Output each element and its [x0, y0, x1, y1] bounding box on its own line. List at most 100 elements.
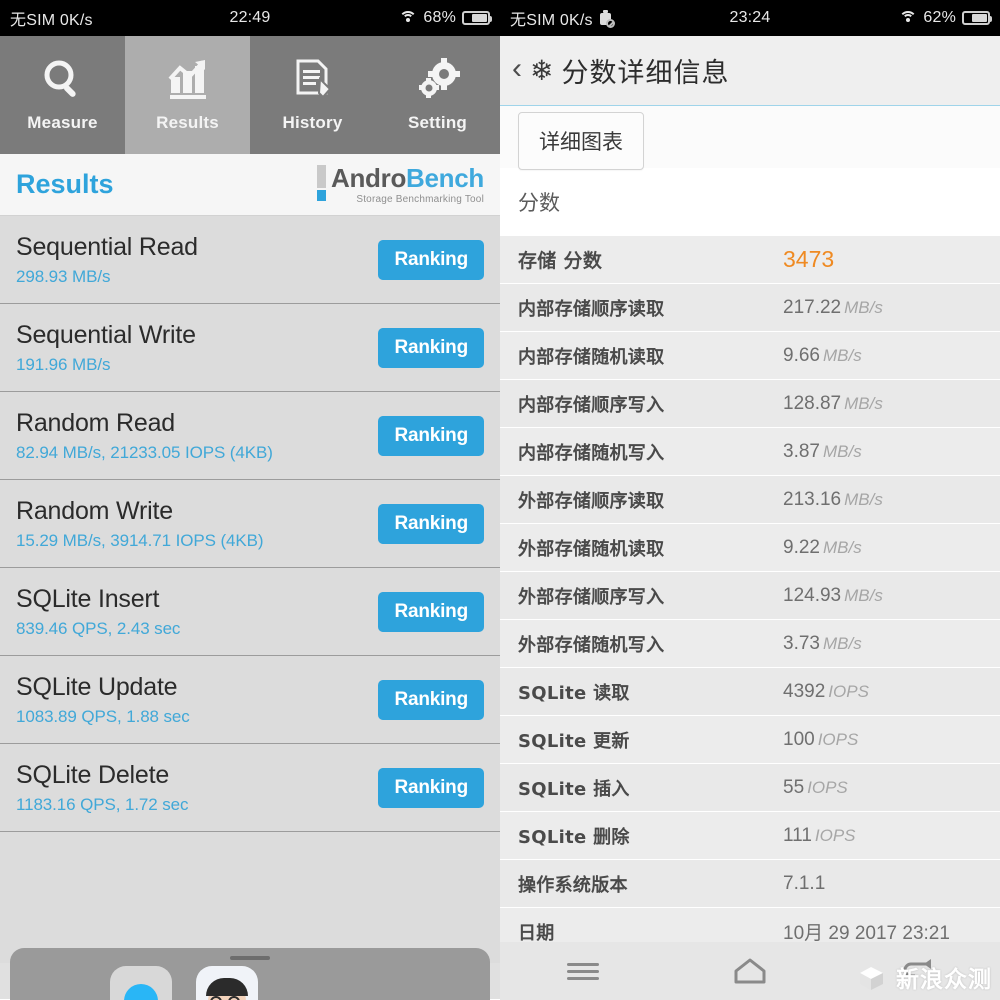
result-row: Random Write 15.29 MB/s, 3914.71 IOPS (4K… — [0, 480, 500, 568]
detail-row-value: 111 IOPS — [783, 824, 856, 846]
app-icon-android[interactable] — [110, 966, 172, 1000]
watermark-text: 新浪众测 — [896, 967, 992, 993]
ranking-button[interactable]: Ranking — [378, 679, 484, 720]
score-detail-title-bar: ‹ ❄ 分数详细信息 — [500, 36, 1000, 106]
result-value: 839.46 QPS, 2.43 sec — [16, 618, 181, 638]
detail-row-unit: MB/s — [822, 441, 862, 461]
result-texts: SQLite Update 1083.89 QPS, 1.88 sec — [16, 673, 190, 727]
result-texts: SQLite Delete 1183.16 QPS, 1.72 sec — [16, 760, 189, 815]
tab-measure-label: Measure — [27, 113, 98, 132]
detail-row-unit: MB/s — [844, 585, 883, 605]
tab-results[interactable]: Results — [125, 36, 250, 154]
detail-row-value: 9.22 MB/s — [783, 536, 862, 558]
ranking-button[interactable]: Ranking — [378, 239, 484, 280]
detail-row-unit: MB/s — [844, 489, 883, 509]
page-title: 分数详细信息 — [561, 58, 730, 89]
right-phone-score-detail: 无SIM 0K/s 23:24 62% ‹ ❄ 分数详细信息 详细图表 分数 存… — [500, 0, 1000, 1000]
result-name: Random Write — [16, 496, 173, 525]
androbench-logo: AndroBench Storage Benchmarking Tool — [316, 162, 484, 205]
detail-row-key: 存储 分数 — [518, 250, 603, 272]
left-phone-androbench: 无SIM 0K/s 22:49 68% Measure Results Hist… — [0, 0, 500, 1000]
detail-row-unit: IOPS — [807, 777, 848, 797]
score-detail-table: 存储 分数 3473 内部存储顺序读取 217.22 MB/s 内部存储随机读取 9.66 M… — [500, 236, 1000, 956]
tab-results-label: Results — [156, 113, 219, 132]
back-chevron-icon[interactable]: ‹ — [512, 53, 522, 84]
detail-row: SQLite 删除 111 IOPS — [500, 812, 1000, 860]
result-value: 1083.89 QPS, 1.88 sec — [16, 706, 190, 726]
right-status-right-group: 62% — [899, 9, 992, 27]
page-title: Results — [16, 169, 114, 199]
recents-dock[interactable] — [10, 948, 490, 1000]
result-value: 82.94 MB/s, 21233.05 IOPS (4KB) — [16, 442, 273, 462]
tab-history[interactable]: History — [250, 36, 375, 154]
result-name: Sequential Write — [16, 320, 196, 349]
detail-row-unit: IOPS — [828, 681, 869, 701]
result-row: Sequential Write 191.96 MB/s Ranking — [0, 304, 500, 392]
ranking-button[interactable]: Ranking — [378, 327, 484, 368]
battery-percent-label: 62% — [923, 9, 956, 26]
detail-row: 外部存储随机写入 3.73 MB/s — [500, 620, 1000, 668]
home-icon[interactable] — [720, 951, 780, 991]
detail-row: 内部存储顺序写入 128.87 MB/s — [500, 380, 1000, 428]
result-value: 1183.16 QPS, 1.72 sec — [16, 794, 189, 814]
detail-row-unit: MB/s — [822, 537, 862, 557]
result-texts: Random Read 82.94 MB/s, 21233.05 IOPS (4K… — [16, 409, 273, 463]
result-texts: Sequential Read 298.93 MB/s — [16, 233, 198, 287]
snowflake-icon: ❄ — [530, 54, 554, 86]
result-name: SQLite Delete — [16, 760, 170, 789]
detail-row: 内部存储随机读取 9.66 MB/s — [500, 332, 1000, 380]
ranking-button[interactable]: Ranking — [378, 591, 484, 632]
detail-row: SQLite 读取 4392 IOPS — [500, 668, 1000, 716]
dual-phone-screenshot: 无SIM 0K/s 22:49 68% Measure Results Hist… — [0, 0, 1000, 1000]
logo-text-andro: Andro — [330, 162, 407, 193]
score-section-label: 分数 — [518, 191, 560, 215]
menu-icon[interactable] — [553, 951, 613, 991]
tab-detail-chart[interactable]: 详细图表 — [518, 112, 644, 170]
result-name: SQLite Insert — [16, 584, 160, 613]
detail-row-value: 10月 29 2017 23:21 — [783, 923, 950, 944]
search-icon — [40, 57, 86, 103]
detail-row-unit: IOPS — [817, 729, 859, 749]
detail-row-unit: MB/s — [844, 393, 883, 413]
detail-row-key: SQLite 删除 — [518, 826, 630, 848]
detail-row-key: 内部存储随机写入 — [518, 442, 665, 464]
detail-row-key: 操作系统版本 — [518, 874, 628, 896]
list-empty-space — [0, 832, 500, 963]
detail-row-key: 外部存储随机读取 — [518, 538, 665, 560]
detail-row-value: 217.22 MB/s — [783, 296, 883, 318]
result-value: 298.93 MB/s — [16, 266, 111, 286]
gears-icon — [415, 57, 461, 103]
detail-row-key: SQLite 读取 — [518, 682, 630, 704]
detail-row-key: 外部存储顺序读取 — [518, 490, 665, 512]
detail-row-value: 213.16 MB/s — [783, 488, 883, 510]
score-section-header: 分数 — [500, 168, 1000, 236]
ranking-button[interactable]: Ranking — [378, 415, 484, 456]
battery-percent-label: 68% — [423, 9, 456, 26]
detail-row-key: 外部存储随机写入 — [518, 634, 665, 656]
right-status-bar: 无SIM 0K/s 23:24 62% — [500, 0, 1000, 36]
android-navigation-bar: 新浪众测 — [500, 942, 1000, 1000]
detail-row-key: 内部存储顺序读取 — [518, 298, 665, 320]
result-texts: SQLite Insert 839.46 QPS, 2.43 sec — [16, 585, 180, 639]
detail-row-value: 9.66 MB/s — [783, 344, 862, 366]
app-icon-avatar[interactable] — [196, 966, 258, 1000]
detail-row: SQLite 插入 55 IOPS — [500, 764, 1000, 812]
battery-icon — [462, 11, 492, 25]
ranking-button[interactable]: Ranking — [378, 767, 484, 808]
tab-setting[interactable]: Setting — [375, 36, 500, 154]
detail-row-value: 3.87 MB/s — [783, 440, 862, 462]
ranking-button[interactable]: Ranking — [378, 503, 484, 544]
detail-row: 内部存储随机写入 3.87 MB/s — [500, 428, 1000, 476]
results-header: Results AndroBench Storage Benchmarking … — [0, 154, 500, 216]
detail-row-key: SQLite 更新 — [518, 730, 630, 752]
result-name: SQLite Update — [16, 672, 178, 701]
wifi-icon — [399, 11, 418, 25]
androbench-tab-bar: Measure Results History Setting — [0, 36, 500, 154]
result-texts: Sequential Write 191.96 MB/s — [16, 321, 196, 375]
detail-row-unit: MB/s — [844, 297, 883, 317]
result-value: 15.29 MB/s, 3914.71 IOPS (4KB) — [16, 530, 264, 550]
wifi-icon — [899, 11, 918, 25]
tab-measure[interactable]: Measure — [0, 36, 125, 154]
detail-row: 外部存储顺序写入 124.93 MB/s — [500, 572, 1000, 620]
detail-row: 操作系统版本 7.1.1 — [500, 860, 1000, 908]
